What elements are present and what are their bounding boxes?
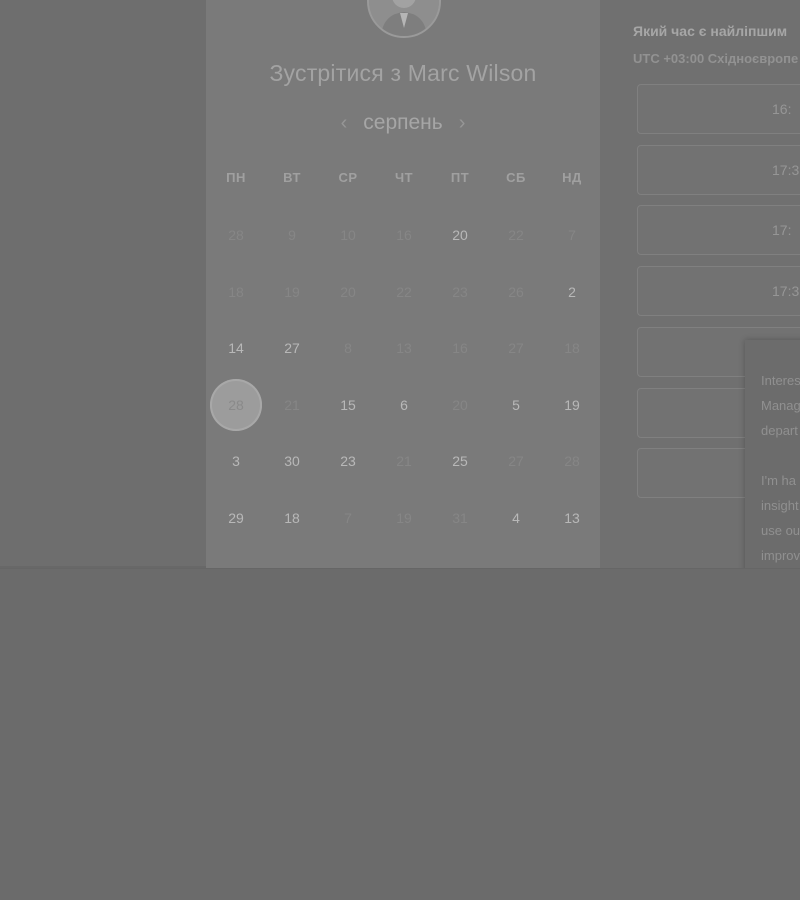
chevron-left-icon[interactable]: ‹ — [341, 113, 348, 133]
calendar-day: 7 — [568, 227, 576, 243]
calendar-day[interactable]: 23 — [322, 435, 374, 487]
calendar-day: 8 — [344, 340, 352, 356]
calendar-day[interactable]: 18 — [266, 492, 318, 544]
calendar-grid: 28 9 10 16 20 22 7 18 19 20 22 23 26 2 14 27 8 13 16 27 18 28… — [208, 206, 600, 546]
calendar-day: 20 — [340, 283, 356, 300]
calendar-day[interactable]: 14 — [210, 322, 262, 374]
time-picker-title: Який час є найліпшим — [633, 23, 788, 39]
calendar-day: 20 — [452, 396, 468, 413]
calendar-day: 22 — [508, 227, 524, 243]
time-slot-button[interactable]: 17: — [637, 205, 800, 256]
calendar-day[interactable]: 30 — [266, 435, 318, 487]
left-pane — [0, 0, 206, 568]
calendar-day[interactable]: 27 — [266, 322, 318, 374]
scheduling-page: Зустрітися з Marc Wilson ‹ серпень › ПН В… — [0, 0, 800, 568]
calendar-day: 21 — [396, 453, 412, 469]
note-text-line: depart — [761, 423, 798, 438]
note-text-line: Interes — [761, 373, 800, 388]
time-slot-button[interactable]: 16: — [637, 84, 800, 134]
calendar-day: 22 — [396, 283, 412, 300]
calendar-day: 27 — [508, 340, 524, 356]
divider — [0, 568, 800, 569]
calendar-day: 23 — [452, 283, 468, 300]
timezone-label[interactable]: UTC +03:00 Східноєвропе — [633, 51, 800, 66]
time-slot-button[interactable]: 17:3 — [637, 266, 800, 317]
calendar-day[interactable]: 29 — [210, 492, 262, 544]
time-slot-label: 17:3 — [772, 161, 800, 178]
calendar-day[interactable]: 19 — [546, 379, 598, 431]
calendar-day: 26 — [508, 283, 524, 300]
calendar-day[interactable]: 15 — [322, 379, 374, 431]
month-navigation: ‹ серпень › — [206, 108, 600, 138]
note-text-line: use ou — [761, 523, 800, 538]
weekday-header: ПН ВТ СР ЧТ ПТ СБ НД — [208, 170, 600, 190]
weekday-label: ЧТ — [394, 170, 414, 185]
calendar-day[interactable]: 2 — [546, 266, 598, 318]
time-slot-button[interactable]: 17:3 — [637, 144, 800, 195]
weekday-label: ПТ — [450, 170, 470, 185]
calendar-day: 16 — [452, 340, 468, 356]
weekday-label: ПН — [226, 170, 246, 185]
calendar-day: 13 — [396, 340, 412, 356]
note-text-line: Manag — [761, 398, 800, 413]
calendar-day: 9 — [288, 227, 296, 243]
weekday-label: НД — [562, 170, 582, 185]
weekday-label: ВТ — [283, 170, 301, 185]
calendar-day: 27 — [508, 453, 524, 469]
calendar-day[interactable]: 13 — [546, 492, 598, 544]
calendar-day: 10 — [340, 227, 356, 243]
time-slot-label: 16: — [772, 101, 792, 117]
calendar-day: 18 — [564, 340, 580, 356]
calendar-day[interactable]: 25 — [434, 435, 486, 487]
calendar-day: 28 — [564, 453, 580, 469]
note-text-line: I'm ha — [761, 473, 796, 488]
weekday-label: СБ — [506, 170, 526, 185]
calendar-day: 7 — [344, 509, 352, 526]
time-slot-label: 17: — [772, 222, 792, 239]
calendar-day[interactable]: 20 — [434, 209, 486, 261]
note-text-line: insight — [761, 498, 799, 513]
meeting-title: Зустрітися з Marc Wilson — [269, 60, 537, 86]
calendar-day[interactable]: 5 — [490, 379, 542, 431]
month-label: серпень — [363, 111, 443, 134]
calendar-day: 16 — [396, 227, 412, 243]
note-text-line: improv — [761, 548, 800, 563]
weekday-label: СР — [338, 170, 358, 185]
calendar-day: 28 — [228, 227, 244, 243]
calendar-day[interactable]: 3 — [210, 435, 262, 487]
calendar-day: 31 — [452, 509, 468, 526]
calendar-day[interactable]: 6 — [378, 379, 430, 431]
calendar-day: 19 — [284, 283, 300, 300]
calendar-day: 18 — [228, 283, 244, 300]
chevron-right-icon[interactable]: › — [459, 113, 466, 133]
calendar-day: 21 — [284, 396, 300, 413]
calendar-day-selected[interactable]: 28 — [210, 378, 262, 431]
calendar-day[interactable]: 4 — [490, 492, 542, 544]
calendar-day: 19 — [396, 509, 412, 526]
time-slot-label: 17:3 — [772, 283, 800, 300]
